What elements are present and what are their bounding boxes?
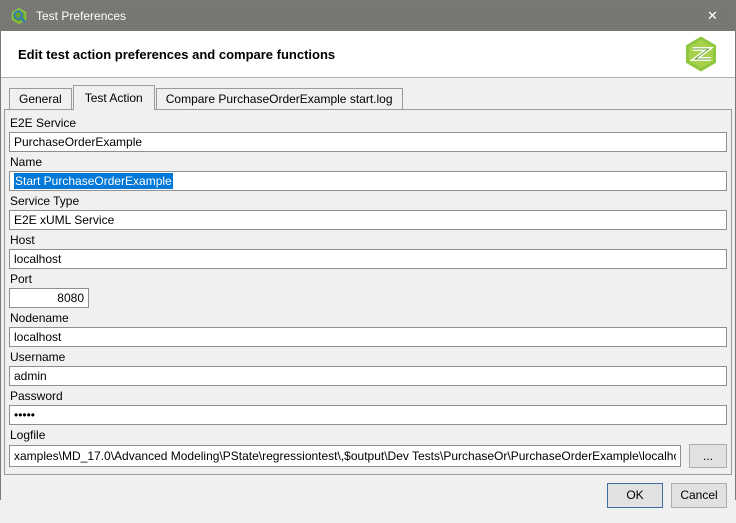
password-field[interactable] bbox=[9, 405, 727, 425]
titlebar: Test Preferences ✕ bbox=[1, 1, 735, 31]
host-label: Host bbox=[10, 233, 726, 247]
cancel-button[interactable]: Cancel bbox=[671, 483, 727, 508]
port-label: Port bbox=[10, 272, 726, 286]
logfile-label: Logfile bbox=[10, 428, 726, 442]
name-label: Name bbox=[10, 155, 726, 169]
test-action-panel: E2E Service Name Start PurchaseOrderExam… bbox=[4, 109, 732, 475]
tabstrip: General Test Action Compare PurchaseOrde… bbox=[1, 78, 735, 109]
username-field[interactable] bbox=[9, 366, 727, 386]
footer: OK Cancel bbox=[1, 475, 735, 523]
host-field[interactable] bbox=[9, 249, 727, 269]
app-icon bbox=[10, 7, 28, 25]
service-type-field[interactable] bbox=[9, 210, 727, 230]
window-title: Test Preferences bbox=[36, 9, 126, 23]
browse-button[interactable]: ... bbox=[689, 444, 727, 468]
page-title: Edit test action preferences and compare… bbox=[18, 47, 335, 62]
brand-logo-icon bbox=[681, 34, 721, 74]
username-label: Username bbox=[10, 350, 726, 364]
nodename-label: Nodename bbox=[10, 311, 726, 325]
close-icon[interactable]: ✕ bbox=[690, 1, 735, 31]
nodename-field[interactable] bbox=[9, 327, 727, 347]
name-field[interactable]: Start PurchaseOrderExample bbox=[9, 171, 727, 191]
logfile-row: ... bbox=[9, 444, 727, 468]
tab-general[interactable]: General bbox=[9, 88, 72, 109]
logfile-field[interactable] bbox=[9, 445, 681, 467]
port-field[interactable] bbox=[9, 288, 89, 308]
header: Edit test action preferences and compare… bbox=[1, 31, 735, 78]
service-type-label: Service Type bbox=[10, 194, 726, 208]
e2e-service-field[interactable] bbox=[9, 132, 727, 152]
e2e-service-label: E2E Service bbox=[10, 116, 726, 130]
ok-button[interactable]: OK bbox=[607, 483, 663, 508]
test-preferences-dialog: Test Preferences ✕ Edit test action pref… bbox=[0, 0, 736, 500]
tab-test-action[interactable]: Test Action bbox=[73, 85, 155, 110]
tab-compare-log[interactable]: Compare PurchaseOrderExample start.log bbox=[156, 88, 403, 109]
name-selected-text: Start PurchaseOrderExample bbox=[14, 173, 173, 189]
password-label: Password bbox=[10, 389, 726, 403]
